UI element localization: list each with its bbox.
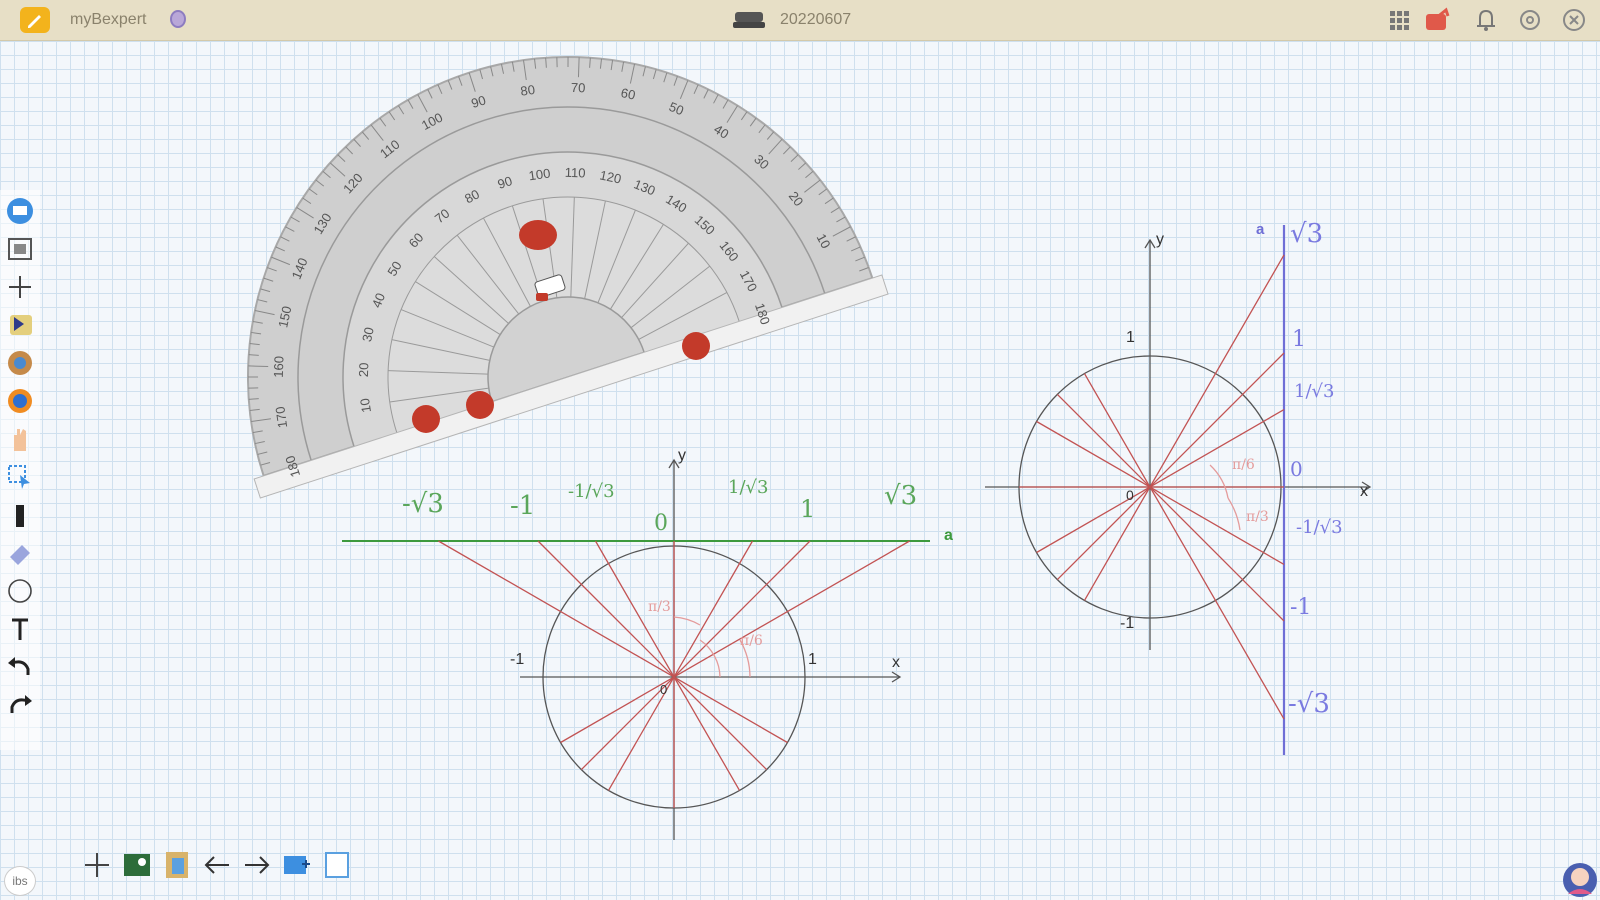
grid-icon[interactable]: [1386, 6, 1414, 34]
app-name: myBexpert: [70, 11, 147, 28]
rtangent-value-minus-root3: -√3: [1288, 689, 1330, 719]
globe-icon[interactable]: [3, 346, 37, 380]
protractor-outer-label: 160: [271, 356, 287, 378]
share-icon[interactable]: [1424, 6, 1452, 34]
red-ray: [607, 540, 754, 791]
clipboard-icon[interactable]: [160, 848, 194, 882]
move-icon[interactable]: [3, 270, 37, 304]
protractor-inner-label: 10: [357, 397, 374, 413]
bottom-y-label: y: [678, 447, 686, 464]
title-bar: myBexpert 20220607: [0, 0, 1600, 41]
undo-icon[interactable]: [3, 650, 37, 684]
rangle-label-pi6: π/6: [1232, 457, 1255, 473]
protractor-outer-label: 170: [272, 406, 290, 430]
tangent-value-minus-one: -1: [510, 491, 536, 521]
screenshot-icon[interactable]: [3, 232, 37, 266]
left-toolbar: [0, 190, 40, 750]
text-icon[interactable]: [3, 612, 37, 646]
hand-icon[interactable]: [3, 422, 37, 456]
tangent-value-minus-inv-root3: -1/√3: [568, 481, 615, 502]
cursor-icon[interactable]: [3, 308, 37, 342]
angle-label-pi6: π/6: [740, 633, 763, 649]
device-icon: [733, 12, 765, 28]
drawing-layer: 1020304050607080901001101201301401501601…: [155, 41, 1372, 840]
redo-icon[interactable]: [3, 688, 37, 722]
tangent-value-minus-root3: -√3: [402, 489, 444, 519]
rtangent-value-inv-root3: 1/√3: [1294, 381, 1335, 402]
right-a-label: a: [1256, 221, 1265, 238]
right-x-label: x: [1360, 483, 1368, 500]
pen-icon[interactable]: [3, 498, 37, 532]
right-unit-circle-diagram: [985, 225, 1372, 755]
right-minus-one-label: -1: [1120, 615, 1135, 632]
date-label: 20220607: [780, 11, 852, 28]
bottom-minus-one-label: -1: [510, 651, 525, 668]
arrow-right-icon[interactable]: [240, 848, 274, 882]
protractor-outer-label: 60: [620, 85, 637, 103]
rtangent-value-root3: √3: [1290, 219, 1324, 249]
bottom-x-label: x: [892, 654, 900, 671]
select-icon[interactable]: [3, 460, 37, 494]
page-add-icon[interactable]: [280, 848, 314, 882]
avatar[interactable]: [1562, 860, 1598, 898]
rtangent-value-zero: 0: [1290, 457, 1303, 481]
close-icon[interactable]: [1560, 6, 1588, 34]
corner-menu-button[interactable]: ibs: [4, 866, 36, 896]
arrow-left-icon[interactable]: [200, 848, 234, 882]
angle-label-pi3: π/3: [648, 599, 671, 615]
right-one-label: 1: [1126, 329, 1135, 346]
right-origin-label: 0: [1126, 487, 1134, 503]
protractor-outer-label: 80: [520, 82, 536, 99]
protractor-inner-label: 100: [528, 166, 552, 184]
move-icon[interactable]: [80, 848, 114, 882]
whiteboard-canvas[interactable]: 10 20 30 40 50 60 70 80 90 100 110 120 130 140 150 160 1…: [0, 41, 1600, 900]
protractor[interactable]: 1020304050607080901001101201301401501601…: [155, 41, 889, 499]
settings-icon[interactable]: [1516, 6, 1544, 34]
tangent-value-inv-root3: 1/√3: [728, 477, 769, 498]
pencil-icon[interactable]: [20, 7, 50, 33]
protractor-inner-label: 30: [359, 326, 377, 343]
user-icon[interactable]: [170, 10, 186, 28]
red-ray: [1083, 373, 1285, 720]
protractor-inner-label: 20: [356, 362, 371, 377]
browser-icon[interactable]: [3, 384, 37, 418]
bottom-origin-label: 0: [660, 682, 668, 697]
red-ray: [1083, 254, 1285, 601]
protractor-outer-label: 70: [571, 80, 586, 95]
eraser-icon[interactable]: [3, 536, 37, 570]
rtangent-value-minus-inv-root3: -1/√3: [1296, 517, 1343, 538]
tangent-value-root3: √3: [884, 481, 918, 511]
rangle-label-pi3: π/3: [1246, 509, 1269, 525]
image-icon[interactable]: [120, 848, 154, 882]
red-ray: [1056, 393, 1285, 622]
rtangent-value-one: 1: [1292, 327, 1306, 352]
circle-icon[interactable]: [3, 574, 37, 608]
bell-icon[interactable]: [1472, 6, 1500, 34]
rtangent-value-minus-one: -1: [1290, 595, 1312, 620]
protractor-inner-label: 110: [565, 165, 586, 181]
tangent-value-one: 1: [800, 495, 816, 523]
bottom-a-label: a: [944, 527, 953, 544]
tangent-value-zero: 0: [654, 511, 668, 536]
board-icon[interactable]: [3, 194, 37, 228]
right-y-label: y: [1156, 231, 1164, 248]
bottom-one-label: 1: [808, 651, 817, 668]
page-icon[interactable]: [320, 848, 354, 882]
red-ray: [1036, 420, 1285, 565]
red-ray: [1036, 409, 1285, 554]
bottom-toolbar: [80, 846, 360, 886]
